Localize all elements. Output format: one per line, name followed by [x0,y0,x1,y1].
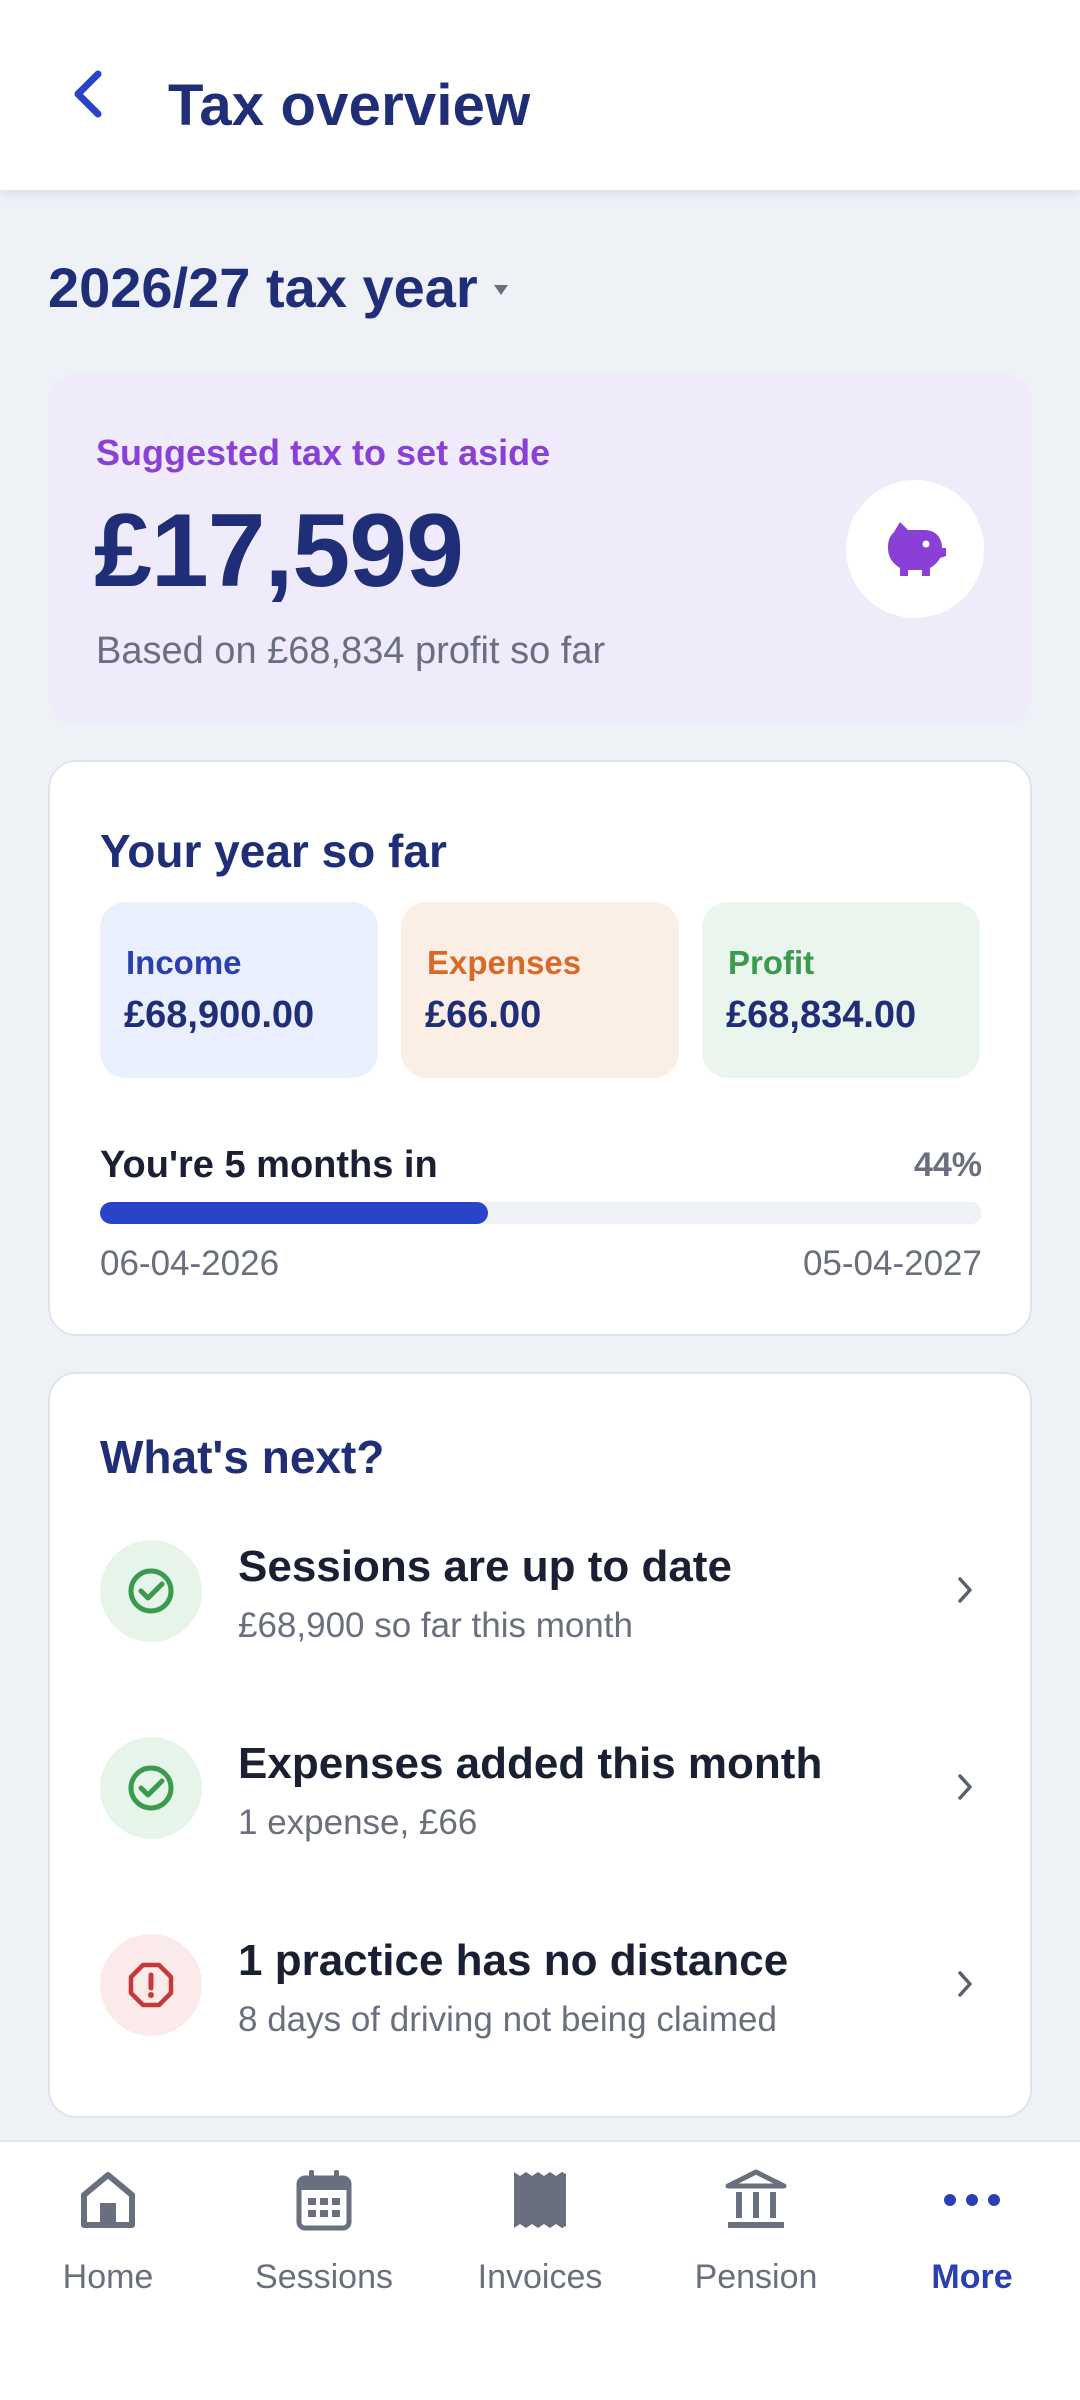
page-title: Tax overview [168,73,531,138]
app-bar: Tax overview [0,0,1080,190]
profit-stat[interactable]: Profit £68,834.00 [702,902,980,1078]
year-so-far-card: Your year so far Income £68,900.00 Expen… [48,760,1032,1336]
expenses-label: Expenses [427,944,582,981]
nav-more[interactable]: More [864,2164,1080,2324]
next-item-subtitle: 1 expense, £66 [238,1803,478,1842]
nav-label: Invoices [477,2258,603,2296]
tax-year-label: 2026/27 tax year [48,256,478,319]
next-item-title: Sessions are up to date [238,1542,732,1591]
expenses-stat[interactable]: Expenses £66.00 [401,902,679,1078]
more-dots-icon [944,2194,1000,2206]
suggested-tax-amount: £17,599 [94,493,464,609]
nav-label: Pension [694,2258,818,2296]
check-circle-icon [128,1568,174,1614]
suggested-tax-label: Suggested tax to set aside [96,432,551,473]
bank-icon [725,2169,787,2228]
tax-year-start-date: 06-04-2026 [100,1244,280,1283]
progress-percent: 44% [913,1146,982,1184]
nav-home[interactable]: Home [0,2164,216,2324]
chevron-right-icon [950,1964,980,2004]
tax-year-end-date: 05-04-2027 [802,1244,982,1283]
status-ok-badge [100,1540,202,1642]
next-item-title: 1 practice has no distance [238,1936,789,1985]
piggy-bank-icon [888,522,946,576]
nav-label: More [931,2258,1013,2296]
whats-next-title: What's next? [100,1431,385,1483]
next-item-subtitle: £68,900 so far this month [238,1606,633,1645]
caret-down-icon [493,284,508,295]
chevron-right-icon [950,1767,980,1807]
nav-invoices[interactable]: Invoices [432,2164,648,2324]
check-circle-icon [128,1765,174,1811]
next-item-sessions[interactable]: Sessions are up to date £68,900 so far t… [50,1520,1030,1690]
receipt-icon [514,2172,566,2228]
suggested-tax-basis: Based on £68,834 profit so far [96,630,606,672]
next-item-distance[interactable]: 1 practice has no distance 8 days of dri… [50,1914,1030,2084]
alert-octagon-icon [128,1962,174,2008]
piggy-bank-badge [846,480,984,618]
calendar-icon [296,2170,352,2231]
tax-year-progress-bar [100,1202,982,1224]
next-item-title: Expenses added this month [238,1739,823,1788]
chevron-right-icon [950,1570,980,1610]
expenses-value: £66.00 [425,994,542,1036]
status-ok-badge [100,1737,202,1839]
profit-value: £68,834.00 [726,994,917,1036]
tax-year-selector[interactable]: 2026/27 tax year [48,255,510,320]
year-so-far-title: Your year so far [100,825,447,877]
profit-label: Profit [728,944,815,981]
income-stat[interactable]: Income £68,900.00 [100,902,378,1078]
whats-next-card: What's next? Sessions are up to date £68… [48,1372,1032,2118]
home-icon [81,2172,135,2228]
nav-label: Sessions [255,2258,393,2296]
income-value: £68,900.00 [124,994,315,1036]
suggested-tax-card[interactable]: Suggested tax to set aside £17,599 Based… [48,374,1032,724]
chevron-left-icon [74,70,102,118]
back-button[interactable] [56,62,120,126]
next-item-expenses[interactable]: Expenses added this month 1 expense, £66 [50,1717,1030,1887]
income-label: Income [126,944,242,981]
status-warning-badge [100,1934,202,2036]
nav-label: Home [62,2258,154,2296]
nav-pension[interactable]: Pension [648,2164,864,2324]
nav-sessions[interactable]: Sessions [216,2164,432,2324]
bottom-navigation: Home Sessions Invoices Pension More [0,2140,1080,2400]
next-item-subtitle: 8 days of driving not being claimed [238,2000,777,2039]
progress-fill [100,1202,489,1224]
progress-label: You're 5 months in [100,1144,438,1186]
